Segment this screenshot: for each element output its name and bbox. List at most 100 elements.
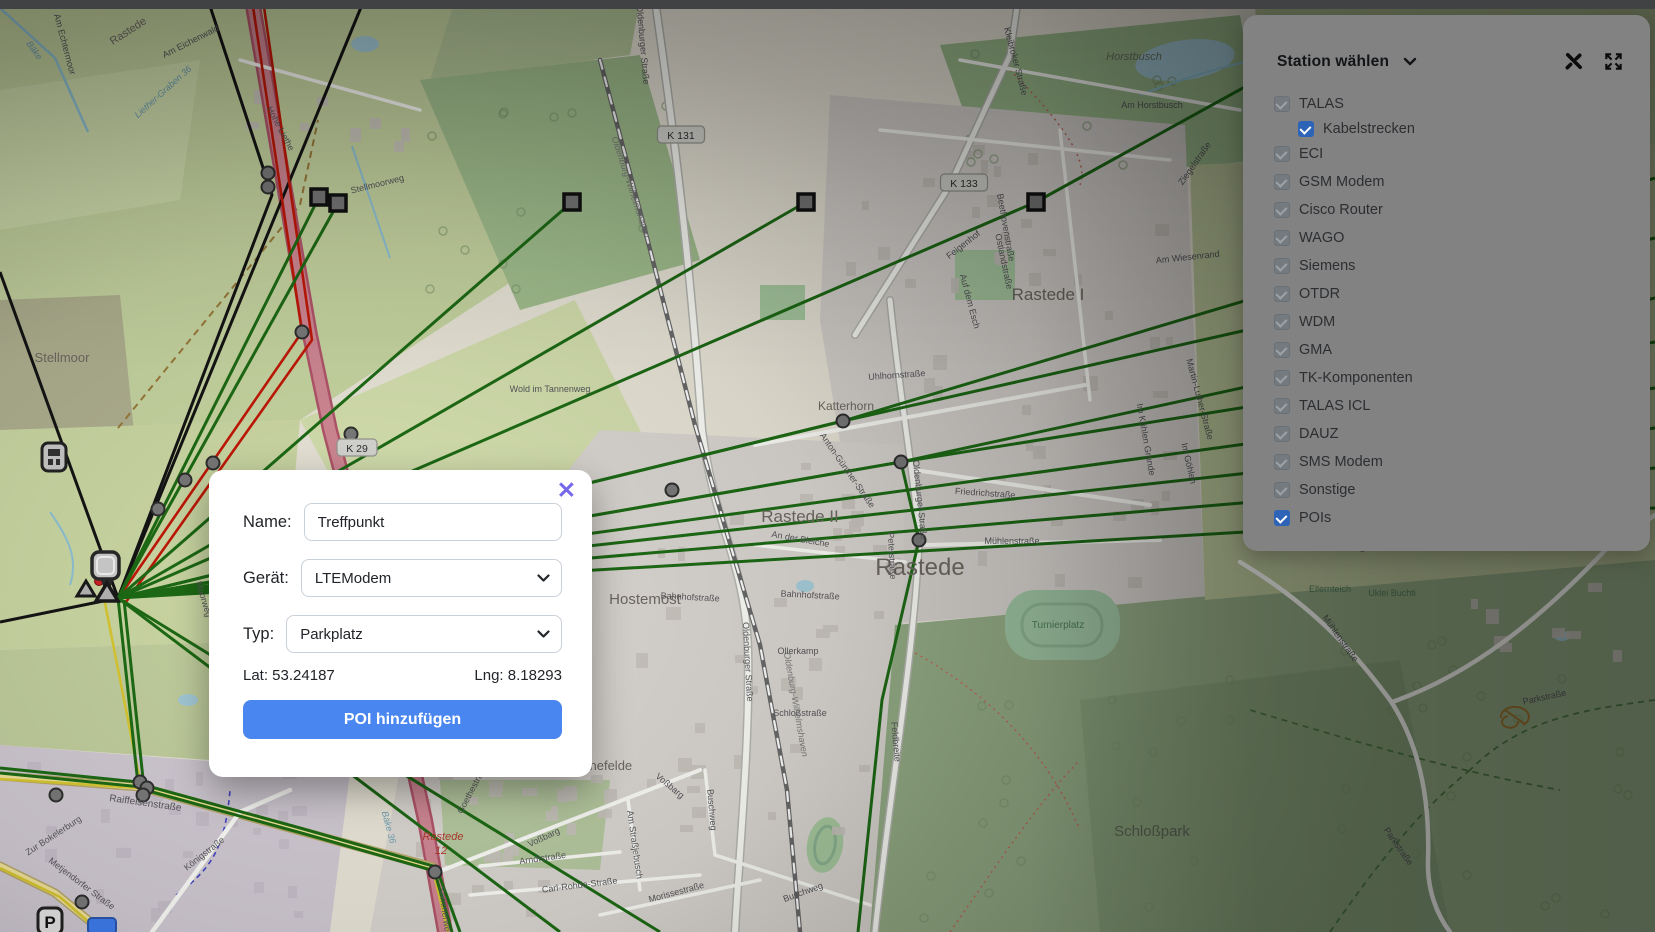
station-select-label[interactable]: Station wählen <box>1277 53 1389 71</box>
cable-node[interactable] <box>895 456 908 469</box>
building <box>972 207 980 218</box>
building <box>823 625 838 632</box>
map-label: Rastede <box>423 831 464 843</box>
checkbox-pois[interactable] <box>1274 510 1290 526</box>
station-filter-row: DAUZ <box>1243 420 1650 448</box>
station-filter-label: DAUZ <box>1299 426 1338 442</box>
building <box>1022 405 1031 415</box>
station-filter-label: OTDR <box>1299 286 1340 302</box>
station-filter-label: Cisco Router <box>1299 202 1383 218</box>
building <box>878 247 890 260</box>
cable-node[interactable] <box>50 789 63 802</box>
cable-node[interactable] <box>152 503 165 516</box>
close-icon[interactable]: ✕ <box>551 474 582 506</box>
name-field-row: Name: <box>243 503 562 541</box>
lng-value: Lng: 8.18293 <box>474 667 562 684</box>
building <box>165 779 174 791</box>
checkbox-kabelstrecken[interactable] <box>1298 121 1314 137</box>
blue-poi-marker[interactable] <box>88 918 116 932</box>
type-select[interactable]: Parkplatz <box>286 615 562 653</box>
checkbox-disabled-cisco-router <box>1274 202 1290 218</box>
building <box>546 811 558 821</box>
cable-node[interactable] <box>666 484 679 497</box>
building <box>774 598 787 607</box>
building <box>254 882 264 893</box>
device-field-row: Gerät: LTEModem <box>243 559 562 597</box>
map-label: Katterhorn <box>818 399 874 413</box>
type-field-row: Typ: Parkplatz <box>243 615 562 653</box>
building <box>1471 599 1478 609</box>
cable-node[interactable] <box>262 181 275 194</box>
cable-node[interactable] <box>837 415 850 428</box>
checkbox-disabled-wago <box>1274 230 1290 246</box>
chevron-down-icon[interactable] <box>1403 57 1417 66</box>
building <box>564 786 577 801</box>
map-canvas[interactable]: RastedeRastede IRastede IIHostemostStell… <box>0 0 1655 932</box>
cable-node[interactable] <box>207 457 220 470</box>
building <box>350 128 361 142</box>
station-filter-label: Kabelstrecken <box>1323 121 1415 137</box>
building <box>994 166 1001 177</box>
parking-marker[interactable]: P <box>38 908 62 932</box>
building <box>933 355 947 370</box>
building <box>196 772 203 786</box>
checkbox-disabled-talas-icl <box>1274 398 1290 414</box>
checkbox-disabled-wdm <box>1274 314 1290 330</box>
station-square-marker[interactable] <box>798 194 814 210</box>
device-select[interactable]: LTEModem <box>301 559 562 597</box>
station-filter-label: ECI <box>1299 146 1323 162</box>
cable-node[interactable] <box>179 474 192 487</box>
building <box>394 141 404 152</box>
station-filter-label: TK-Komponenten <box>1299 370 1413 386</box>
station-filter-row: GMA <box>1243 336 1650 364</box>
station-filter-row: Cisco Router <box>1243 196 1650 224</box>
name-label: Name: <box>243 513 292 532</box>
station-filter-row: SMS Modem <box>1243 448 1650 476</box>
checkbox-disabled-sms-modem <box>1274 454 1290 470</box>
building <box>636 653 648 668</box>
add-poi-button[interactable]: POI hinzufügen <box>243 700 562 739</box>
station-filter-label: TALAS <box>1299 96 1344 112</box>
building <box>489 786 502 797</box>
building <box>801 463 811 470</box>
station-filter-label: WAGO <box>1299 230 1344 246</box>
building <box>101 809 110 823</box>
road-badge-text: K 29 <box>346 443 368 455</box>
panel-header: Station wählen <box>1277 51 1624 72</box>
station-square-marker[interactable] <box>311 189 327 205</box>
checkbox-disabled-tk-komponenten <box>1274 370 1290 386</box>
building <box>401 128 410 142</box>
station-filter-row: TALAS <box>1243 90 1650 118</box>
building <box>300 123 309 131</box>
draw-tools-icon[interactable] <box>1563 51 1584 72</box>
map-label: Rastede I <box>1012 285 1085 304</box>
building <box>809 658 822 671</box>
map-label: Schloßstraße <box>773 708 827 718</box>
checkbox-disabled-dauz <box>1274 426 1290 442</box>
building <box>951 278 959 293</box>
station-filter-label: SMS Modem <box>1299 454 1383 470</box>
station-square-marker[interactable] <box>564 194 580 210</box>
cable-node[interactable] <box>296 326 309 339</box>
building-poi-marker[interactable] <box>42 443 66 471</box>
name-input[interactable] <box>304 503 562 541</box>
station-square-marker[interactable] <box>1028 194 1044 210</box>
station-filter-row: TALAS ICL <box>1243 392 1650 420</box>
building <box>981 160 988 174</box>
cable-node[interactable] <box>429 866 442 879</box>
station-filter-label: TALAS ICL <box>1299 398 1370 414</box>
map-label: Ollerkamp <box>777 646 818 656</box>
station-square-marker[interactable] <box>330 195 346 211</box>
building <box>678 758 692 772</box>
building <box>1153 391 1168 398</box>
map-label: Rastede II <box>761 507 839 526</box>
station-filter-panel: Station wählen <box>1243 15 1650 551</box>
building <box>832 827 845 835</box>
cable-node[interactable] <box>76 896 89 909</box>
cable-node[interactable] <box>262 167 275 180</box>
map-label: Horstbusch <box>1106 51 1162 63</box>
fullscreen-icon[interactable] <box>1603 51 1624 72</box>
station-filter-row: TK-Komponenten <box>1243 364 1650 392</box>
building <box>800 494 813 503</box>
map-label: 12 <box>435 845 447 857</box>
